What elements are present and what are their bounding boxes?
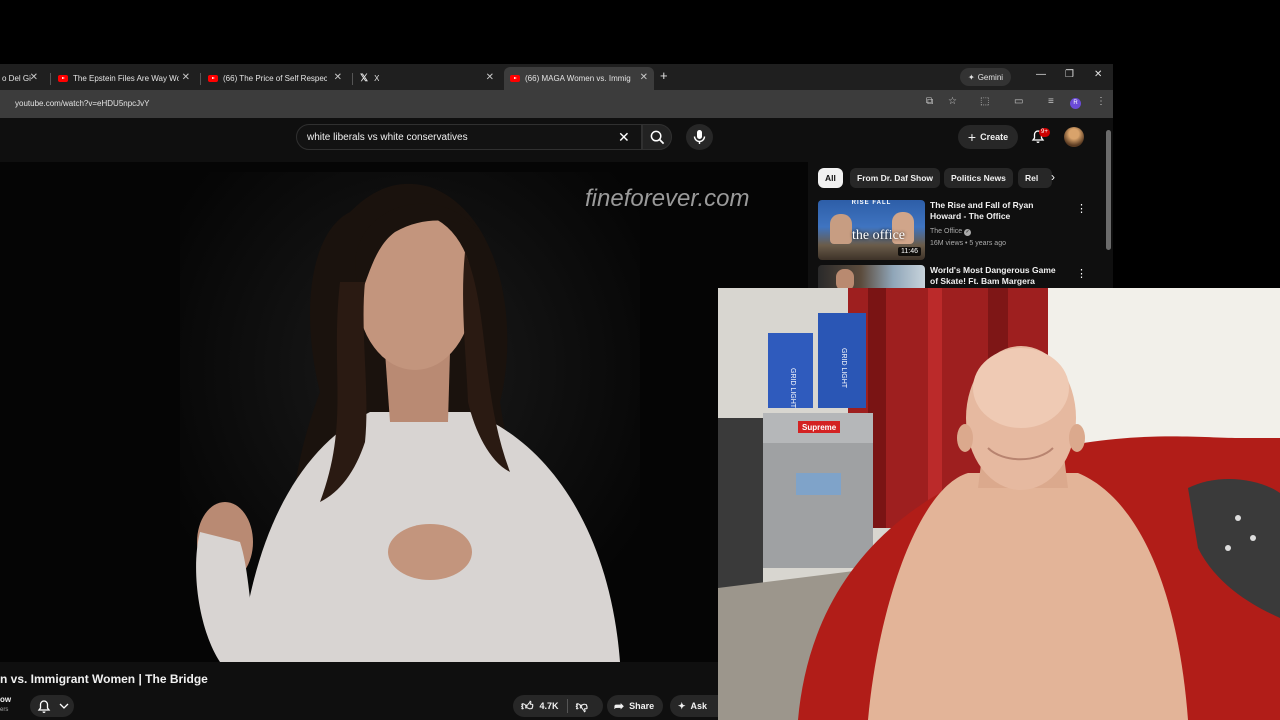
tab-title: (66) MAGA Women vs. Immigra: [525, 74, 631, 83]
microphone-icon: [693, 130, 706, 144]
kebab-menu-icon[interactable]: ⋮: [1096, 96, 1106, 107]
clear-icon[interactable]: ✕: [618, 129, 630, 146]
browser-tab-bar: o Del Gi ✕ The Epstein Files Are Way Wor…: [0, 64, 1113, 90]
channel-name[interactable]: ow: [0, 695, 11, 704]
tab-title: (66) The Price of Self Respect -: [223, 74, 327, 83]
restore-icon[interactable]: ❐: [1065, 69, 1074, 80]
tab-title: The Epstein Files Are Way Wors: [73, 74, 179, 83]
gemini-label: Gemini: [977, 72, 1004, 82]
plus-icon: +: [967, 129, 977, 145]
webcam-overlay: GRID LIGHT GRID LIGHT Supreme: [718, 288, 1280, 720]
like-dislike-group: 👍︎ 4.7K 👎︎: [513, 695, 603, 717]
bell-icon: [37, 700, 69, 713]
window-close-icon[interactable]: ✕: [1094, 69, 1102, 80]
video-watermark: fineforever.com: [585, 185, 750, 212]
close-icon[interactable]: ✕: [486, 72, 494, 83]
account-avatar[interactable]: [1064, 127, 1084, 147]
install-icon[interactable]: ⧉: [926, 96, 933, 107]
verified-icon: ✓: [964, 229, 972, 236]
voice-search-button[interactable]: [686, 124, 713, 150]
rec-meta: 16M views • 5 years ago: [930, 240, 1006, 247]
thumbnail-caption: RISE FALL: [851, 200, 892, 206]
subscription-bell-button[interactable]: [30, 695, 74, 717]
thumbnail-logo-text: the office: [852, 228, 905, 243]
like-button[interactable]: 👍︎ 4.7K: [513, 699, 559, 714]
video-frame-person: [180, 172, 640, 662]
chip-politics-news[interactable]: Politics News: [944, 168, 1013, 188]
tab-0[interactable]: o Del Gi ✕: [0, 67, 44, 90]
close-icon[interactable]: ✕: [640, 72, 648, 83]
search-button[interactable]: [642, 124, 672, 150]
video-thumbnail[interactable]: RISE FALL the office 11:46: [818, 200, 925, 260]
close-icon[interactable]: ✕: [182, 72, 190, 83]
new-tab-button[interactable]: +: [660, 68, 668, 83]
list-item[interactable]: RISE FALL the office 11:46 The Rise and …: [818, 200, 1098, 260]
rec-title[interactable]: World's Most Dangerous Game of Skate! Ft…: [930, 265, 1060, 287]
x-icon: 𝕏: [360, 73, 369, 84]
recommendations-sidebar: All From Dr. Daf Show Politics News Rel …: [808, 162, 1104, 288]
gemini-button[interactable]: ✦ Gemini: [960, 68, 1012, 86]
bookmark-star-icon[interactable]: ☆: [948, 96, 957, 107]
chevron-right-icon[interactable]: ›: [1051, 170, 1055, 184]
create-label: Create: [980, 132, 1009, 142]
create-button[interactable]: + Create: [958, 125, 1018, 149]
address-bar[interactable]: youtube.com/watch?v=eHDU5npcJvY: [0, 90, 1113, 118]
youtube-icon: [58, 75, 68, 82]
youtube-icon: [510, 75, 520, 82]
duration-badge: 11:46: [898, 247, 921, 256]
rec-title[interactable]: The Rise and Fall of Ryan Howard - The O…: [930, 200, 1060, 222]
video-title: n vs. Immigrant Women | The Bridge: [0, 672, 208, 686]
minimize-icon[interactable]: —: [1036, 69, 1046, 80]
notification-badge: 9+: [1039, 128, 1050, 137]
tab-title: X: [374, 74, 380, 83]
tab-2[interactable]: (66) The Price of Self Respect - ✕: [202, 67, 348, 90]
box-label-1: GRID LIGHT: [789, 368, 796, 409]
tab-4-active[interactable]: (66) MAGA Women vs. Immigra ✕: [504, 67, 654, 90]
search-input[interactable]: white liberals vs white conservatives: [307, 132, 468, 143]
ask-button[interactable]: ✦ Ask: [670, 695, 718, 717]
more-options-icon[interactable]: ⋮: [1076, 267, 1087, 280]
sticker-label: Supreme: [802, 423, 837, 432]
chip-all[interactable]: All: [818, 168, 843, 188]
search-icon: [650, 130, 665, 145]
share-button[interactable]: ➦ Share: [607, 695, 663, 717]
sparkle-icon: ✦: [678, 700, 686, 711]
tab-title: o Del Gi: [2, 74, 31, 83]
url-text[interactable]: youtube.com/watch?v=eHDU5npcJvY: [15, 99, 150, 108]
chip-from-channel[interactable]: From Dr. Daf Show: [850, 168, 941, 188]
page-scrollbar[interactable]: [1104, 122, 1113, 288]
video-player[interactable]: fineforever.com: [0, 162, 808, 662]
tab-1[interactable]: The Epstein Files Are Way Wors ✕: [52, 67, 196, 90]
more-options-icon[interactable]: ⋮: [1076, 202, 1087, 215]
sidepanel-icon[interactable]: ▭: [1014, 96, 1023, 107]
list-item[interactable]: World's Most Dangerous Game of Skate! Ft…: [818, 265, 1098, 288]
chip-related[interactable]: Rel: [1018, 168, 1052, 188]
box-label-2: GRID LIGHT: [840, 348, 847, 389]
tab-3[interactable]: 𝕏 X ✕: [354, 67, 500, 90]
ask-label: Ask: [690, 701, 708, 711]
subscriber-count: ers: [0, 707, 9, 713]
sparkle-icon: ✦: [968, 72, 975, 82]
thumbs-up-icon: 👍︎: [521, 698, 534, 713]
share-label: Share: [629, 701, 655, 711]
thumbs-down-icon[interactable]: 👎︎: [576, 699, 588, 714]
webcam-scene: GRID LIGHT GRID LIGHT Supreme: [718, 288, 1280, 720]
scrollbar-thumb[interactable]: [1106, 130, 1111, 250]
youtube-icon: [208, 75, 218, 82]
share-icon: ➦: [614, 699, 625, 713]
like-count: 4.7K: [539, 701, 559, 711]
video-thumbnail[interactable]: [818, 265, 925, 288]
extensions-icon[interactable]: ⬚: [980, 96, 989, 107]
media-icon[interactable]: ≡: [1048, 96, 1054, 107]
video-info-bar: n vs. Immigrant Women | The Bridge ow er…: [0, 662, 718, 720]
close-icon[interactable]: ✕: [30, 72, 38, 83]
search-box[interactable]: white liberals vs white conservatives ✕: [296, 124, 642, 150]
rec-channel[interactable]: The Office ✓: [930, 228, 972, 236]
profile-icon[interactable]: R: [1070, 98, 1081, 109]
close-icon[interactable]: ✕: [334, 72, 342, 83]
